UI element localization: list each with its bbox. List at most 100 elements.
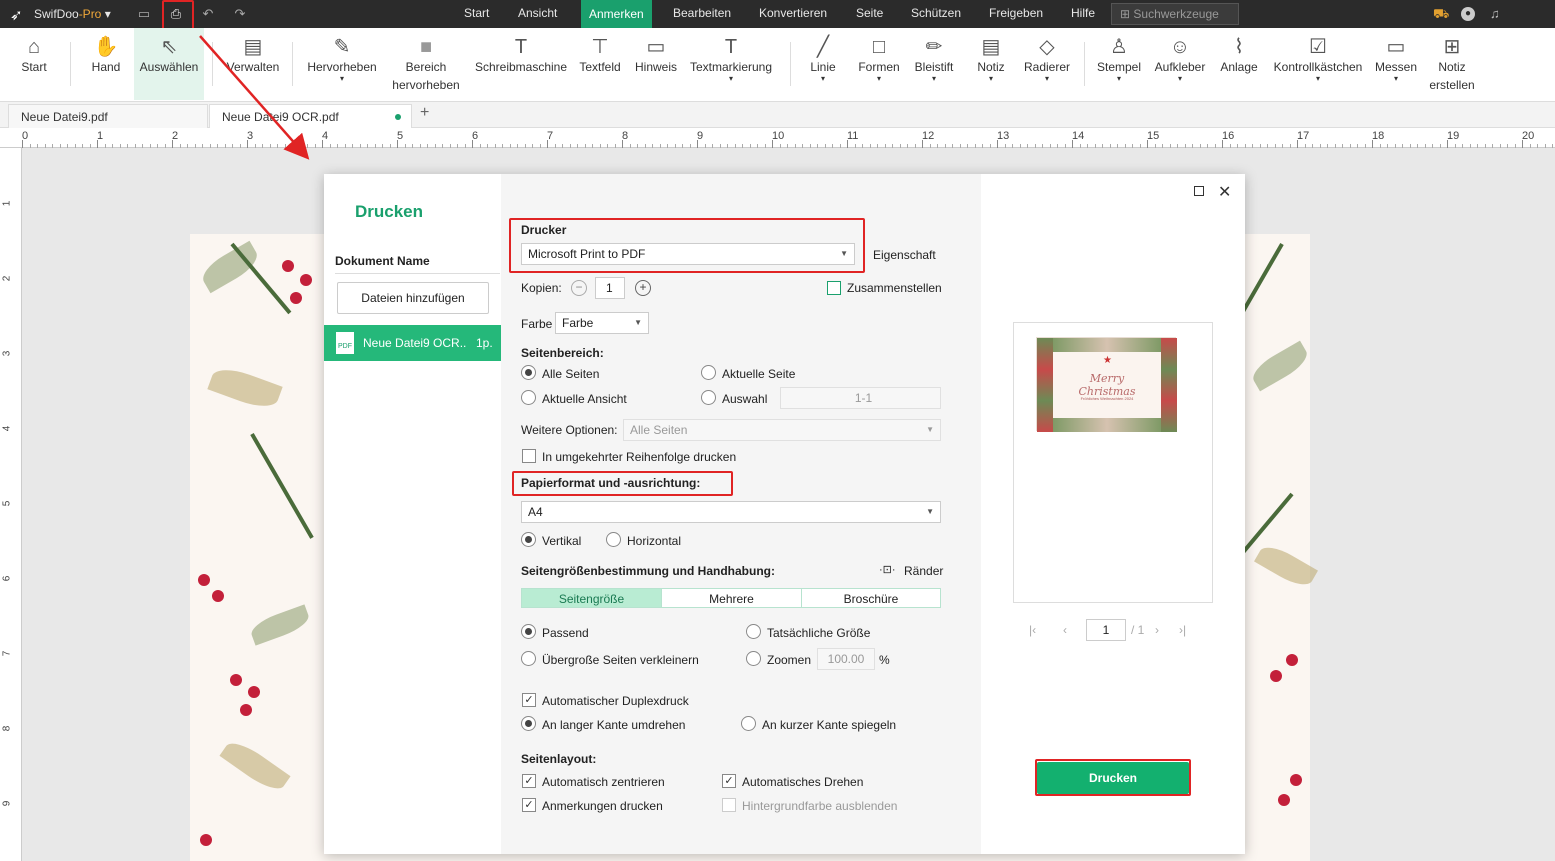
bell-icon[interactable]: ♫ bbox=[1490, 6, 1500, 21]
menu-view[interactable]: Ansicht bbox=[518, 6, 557, 20]
tool-callout[interactable]: ▭ Hinweis bbox=[632, 28, 680, 100]
save-icon[interactable]: ▭ bbox=[135, 5, 153, 23]
menu-page[interactable]: Seite bbox=[856, 6, 883, 20]
close-icon[interactable]: ✕ bbox=[1218, 182, 1231, 202]
tool-typewriter[interactable]: T Schreibmaschine bbox=[474, 28, 568, 100]
auto-duplex-checkbox[interactable]: ✓ bbox=[522, 693, 536, 707]
menu-help[interactable]: Hilfe bbox=[1071, 6, 1095, 20]
tool-textbox[interactable]: ⊤ Textfeld bbox=[576, 28, 624, 100]
print-annotations-checkbox[interactable]: ✓ bbox=[522, 798, 536, 812]
menu-share[interactable]: Freigeben bbox=[989, 6, 1043, 20]
preview-page-input[interactable]: 1 bbox=[1086, 619, 1126, 641]
shrink-oversized-radio[interactable] bbox=[521, 651, 536, 666]
last-page-icon[interactable]: ›| bbox=[1179, 623, 1186, 637]
page-sizing-label: Seitengrößenbestimmung und Handhabung: bbox=[521, 564, 775, 578]
seg-booklet[interactable]: Broschüre bbox=[801, 588, 941, 608]
collate-checkbox[interactable] bbox=[827, 281, 841, 295]
chevron-down-icon: ▼ bbox=[634, 318, 642, 327]
zoom-radio[interactable] bbox=[746, 651, 761, 666]
color-select[interactable]: Farbe ▼ bbox=[555, 312, 649, 334]
more-options-label: Weitere Optionen: bbox=[521, 423, 618, 437]
app-name[interactable]: SwifDoo-Pro ▾ bbox=[34, 7, 111, 21]
tab-document-1[interactable]: Neue Datei9.pdf bbox=[8, 104, 208, 128]
range-selection-radio[interactable] bbox=[701, 390, 716, 405]
range-selection-input[interactable]: 1-1 bbox=[780, 387, 941, 409]
tool-sticker[interactable]: ☺ Aufkleber ▾ bbox=[1150, 28, 1210, 100]
tab-document-2[interactable]: Neue Datei9 OCR.pdf bbox=[209, 104, 412, 128]
portrait-radio[interactable] bbox=[521, 532, 536, 547]
tool-shapes[interactable]: □ Formen ▾ bbox=[854, 28, 904, 100]
menu-protect[interactable]: Schützen bbox=[911, 6, 961, 20]
menu-convert[interactable]: Konvertieren bbox=[759, 6, 827, 20]
portrait-label: Vertikal bbox=[542, 534, 582, 548]
decrease-copies-icon[interactable]: − bbox=[571, 280, 587, 296]
cart-icon[interactable]: ⛟ bbox=[1433, 6, 1449, 24]
paper-format-select[interactable]: A4 ▼ bbox=[521, 501, 941, 523]
tool-create-note[interactable]: ⊞ Notiz erstellen bbox=[1428, 28, 1476, 100]
search-tools-input[interactable]: ⊞ Suchwerkzeuge bbox=[1111, 3, 1239, 25]
seg-multiple[interactable]: Mehrere bbox=[661, 588, 802, 608]
reverse-order-checkbox[interactable] bbox=[522, 449, 536, 463]
user-icon[interactable]: ● bbox=[1461, 7, 1475, 21]
tool-start[interactable]: ⌂ Start bbox=[14, 28, 54, 100]
tool-area-highlight[interactable]: ■ Bereich hervorheben bbox=[388, 28, 464, 100]
file-list-item[interactable]: PDF Neue Datei9 OCR.. 1p. bbox=[324, 325, 501, 361]
tool-measure[interactable]: ▭ Messen ▾ bbox=[1372, 28, 1420, 100]
menu-annotate[interactable]: Anmerken bbox=[581, 0, 652, 28]
increase-copies-icon[interactable]: + bbox=[635, 280, 651, 296]
tool-note[interactable]: ▤ Notiz ▾ bbox=[972, 28, 1010, 100]
tool-line[interactable]: ╱ Linie ▾ bbox=[804, 28, 842, 100]
area-highlight-icon: ■ bbox=[419, 36, 433, 58]
margins-link[interactable]: Ränder bbox=[904, 564, 943, 578]
tool-pencil[interactable]: ✏ Bleistift ▾ bbox=[910, 28, 958, 100]
preview-script-text: Merry Christmas bbox=[1078, 372, 1136, 398]
add-tab-icon[interactable]: + bbox=[420, 104, 429, 122]
menu-start[interactable]: Start bbox=[464, 6, 489, 20]
auto-rotate-checkbox[interactable]: ✓ bbox=[722, 774, 736, 788]
first-page-icon[interactable]: |‹ bbox=[1029, 623, 1036, 637]
range-current-page-label: Aktuelle Seite bbox=[722, 367, 796, 381]
ruler-mark: 13 bbox=[997, 130, 1010, 142]
fit-radio[interactable] bbox=[521, 624, 536, 639]
margins-icon[interactable]: ·⊡· bbox=[879, 563, 896, 576]
redo-icon[interactable]: ↷ bbox=[231, 5, 249, 23]
auto-center-checkbox[interactable]: ✓ bbox=[522, 774, 536, 788]
actual-size-radio[interactable] bbox=[746, 624, 761, 639]
tool-attachment[interactable]: ⌇ Anlage bbox=[1216, 28, 1262, 100]
color-label: Farbe bbox=[521, 317, 553, 331]
range-current-page-radio[interactable] bbox=[701, 365, 716, 380]
range-all-radio[interactable] bbox=[521, 365, 536, 380]
tool-highlight[interactable]: ✎ Hervorheben ▾ bbox=[304, 28, 380, 100]
landscape-radio[interactable] bbox=[606, 532, 621, 547]
menu-edit[interactable]: Bearbeiten bbox=[673, 6, 731, 20]
next-page-icon[interactable]: › bbox=[1155, 623, 1159, 637]
add-files-button[interactable]: Dateien hinzufügen bbox=[337, 282, 489, 314]
tool-stamp[interactable]: ♙ Stempel ▾ bbox=[1094, 28, 1144, 100]
hide-background-checkbox[interactable] bbox=[722, 798, 736, 812]
flip-long-edge-radio[interactable] bbox=[521, 716, 536, 731]
zoom-input[interactable]: 100.00 bbox=[817, 648, 875, 670]
tool-checkbox[interactable]: ☑ Kontrollkästchen ▾ bbox=[1270, 28, 1366, 100]
tool-hand[interactable]: ✋ Hand bbox=[86, 28, 126, 100]
tool-manage[interactable]: ▤ Verwalten bbox=[224, 28, 282, 100]
prev-page-icon[interactable]: ‹ bbox=[1063, 623, 1067, 637]
properties-link[interactable]: Eigenschaft bbox=[873, 248, 936, 262]
copies-input[interactable]: 1 bbox=[595, 277, 625, 299]
maximize-icon[interactable] bbox=[1194, 186, 1204, 196]
range-current-view-radio[interactable] bbox=[521, 390, 536, 405]
document-name-header: Dokument Name bbox=[335, 254, 430, 268]
page-layout-label: Seitenlayout: bbox=[521, 752, 597, 766]
ruler-mark: 18 bbox=[1372, 130, 1385, 142]
hide-background-label: Hintergrundfarbe ausblenden bbox=[742, 799, 898, 813]
zoom-label: Zoomen bbox=[767, 653, 812, 667]
tool-eraser[interactable]: ◇ Radierer ▾ bbox=[1020, 28, 1074, 100]
ruler-mark: 4 bbox=[1, 425, 13, 432]
more-options-select[interactable]: Alle Seiten ▼ bbox=[623, 419, 941, 441]
checkbox-icon: ☑ bbox=[1309, 36, 1327, 58]
tool-select[interactable]: ⇖ Auswählen bbox=[134, 28, 204, 100]
seg-page-size[interactable]: Seitengröße bbox=[521, 588, 662, 608]
undo-icon[interactable]: ↶ bbox=[199, 5, 217, 23]
preview-page-thumbnail: ★ Merry Christmas Fröhliches Weihnachten… bbox=[1036, 337, 1177, 432]
flip-short-edge-radio[interactable] bbox=[741, 716, 756, 731]
tool-text-markup[interactable]: T Textmarkierung ▾ bbox=[688, 28, 774, 100]
